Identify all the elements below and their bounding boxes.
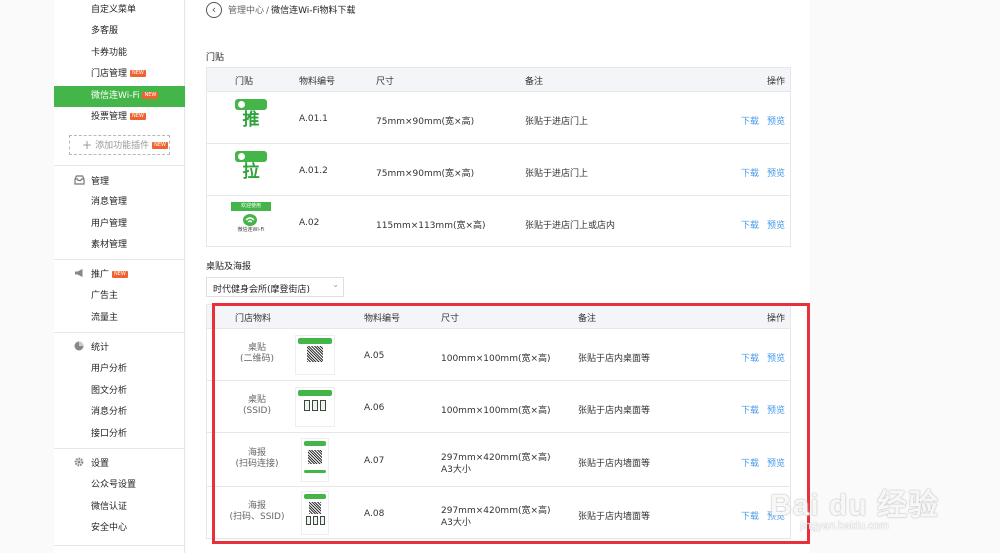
- sidebar-item-security-center[interactable]: 安全中心: [54, 518, 185, 539]
- sidebar-item-store-management[interactable]: 门店管理 NEW: [54, 64, 185, 85]
- sidebar-item-wechat-wifi[interactable]: 微信连Wi-Fi NEW: [54, 86, 185, 107]
- baidu-jingyan-logo: Bai du 经验: [770, 489, 940, 522]
- new-badge: NEW: [112, 271, 128, 278]
- add-plugin-button[interactable]: + 添加功能插件 NEW: [69, 135, 170, 155]
- sidebar-group-statistics: 统计: [74, 340, 109, 356]
- door-sticker-table: 门贴 物料编号 尺寸 备注 操作 推 A.01.1 75mm×90mm(宽×高)…: [206, 67, 791, 247]
- push-sticker-thumbnail: 推: [235, 99, 267, 130]
- sidebar-group-manage: 管理: [74, 174, 109, 190]
- sidebar-item-api-analysis[interactable]: 接口分析: [54, 424, 185, 445]
- wechat-wifi-logo: [235, 99, 267, 110]
- poster-section-title: 桌贴及海报: [206, 262, 252, 272]
- new-badge: NEW: [130, 70, 146, 77]
- download-link[interactable]: 下载: [741, 114, 759, 127]
- sidebar-item-messages[interactable]: 消息管理: [54, 192, 185, 213]
- breadcrumb-path: 管理中心 / 微信连Wi-Fi物料下载: [228, 6, 356, 16]
- download-link[interactable]: 下载: [741, 166, 759, 179]
- download-link[interactable]: 下载: [741, 218, 759, 231]
- sidebar-item-users[interactable]: 用户管理: [54, 214, 185, 235]
- sidebar-item-verification[interactable]: 微信认证: [54, 497, 185, 518]
- breadcrumb-current: 微信连Wi-Fi物料下载: [271, 6, 356, 16]
- sidebar-divider: [54, 545, 185, 546]
- sidebar-divider: [54, 332, 185, 333]
- sidebar-divider: [54, 259, 185, 260]
- sidebar-item-vote-management[interactable]: 投票管理 NEW: [54, 107, 185, 128]
- wechat-wifi-logo: [235, 151, 267, 162]
- preview-link[interactable]: 预览: [767, 218, 785, 231]
- sidebar: 自定义菜单 多客服 卡券功能 门店管理 NEW 微信连Wi-Fi NEW 投票管理 N…: [54, 0, 185, 553]
- store-select[interactable]: 时代健身会所(摩登街店) ⌄: [206, 277, 344, 297]
- gear-icon: [74, 457, 85, 467]
- sidebar-group-settings: 设置: [74, 456, 109, 472]
- table-row: 欢迎使用 微信连Wi-Fi A.02 115mm×113mm(宽×高) 张贴于进…: [207, 196, 790, 248]
- wifi-icon: [242, 213, 260, 227]
- preview-link[interactable]: 预览: [767, 166, 785, 179]
- megaphone-icon: [74, 268, 85, 278]
- highlight-box: [212, 303, 810, 544]
- left-background: [0, 0, 54, 553]
- pie-chart-icon: [74, 341, 85, 351]
- sidebar-item-custom-menu[interactable]: 自定义菜单: [54, 0, 185, 21]
- new-badge: NEW: [130, 113, 146, 120]
- table-header: 门贴 物料编号 尺寸 备注 操作: [207, 68, 790, 92]
- right-background: [810, 0, 1000, 553]
- sidebar-item-message-analysis[interactable]: 消息分析: [54, 402, 185, 423]
- table-row: 拉 A.01.2 75mm×90mm(宽×高) 张贴于进店门上 下载 预览: [207, 144, 790, 196]
- chevron-down-icon: ⌄: [332, 280, 339, 289]
- sidebar-divider: [54, 448, 185, 449]
- sidebar-item-multi-service[interactable]: 多客服: [54, 21, 185, 42]
- sidebar-item-publisher[interactable]: 流量主: [54, 308, 185, 329]
- sidebar-item-coupons[interactable]: 卡券功能: [54, 43, 185, 64]
- new-badge: NEW: [152, 142, 168, 149]
- inbox-icon: [74, 175, 85, 185]
- sidebar-group-promotion: 推广 NEW: [74, 267, 128, 283]
- sidebar-divider: [54, 165, 185, 166]
- preview-link[interactable]: 预览: [767, 114, 785, 127]
- sidebar-item-user-analysis[interactable]: 用户分析: [54, 359, 185, 380]
- watermark: Bai du 经验 jingyan.baidu.com: [758, 478, 958, 538]
- watermark-url: jingyan.baidu.com: [800, 520, 889, 532]
- sidebar-item-materials[interactable]: 素材管理: [54, 235, 185, 256]
- back-button[interactable]: ‹: [206, 2, 222, 18]
- pull-sticker-thumbnail: 拉: [235, 151, 267, 182]
- table-row: 推 A.01.1 75mm×90mm(宽×高) 张贴于进店门上 下载 预览: [207, 92, 790, 144]
- door-section-title: 门贴: [206, 53, 225, 63]
- plus-icon: +: [82, 138, 93, 152]
- sidebar-item-article-analysis[interactable]: 图文分析: [54, 381, 185, 402]
- new-badge: NEW: [142, 92, 159, 99]
- chevron-left-icon: ‹: [211, 3, 217, 16]
- sidebar-item-account-settings[interactable]: 公众号设置: [54, 475, 185, 496]
- welcome-sticker-thumbnail: 欢迎使用 微信连Wi-Fi: [231, 202, 271, 234]
- breadcrumb-parent-link[interactable]: 管理中心: [228, 6, 264, 16]
- sidebar-item-advertiser[interactable]: 广告主: [54, 286, 185, 307]
